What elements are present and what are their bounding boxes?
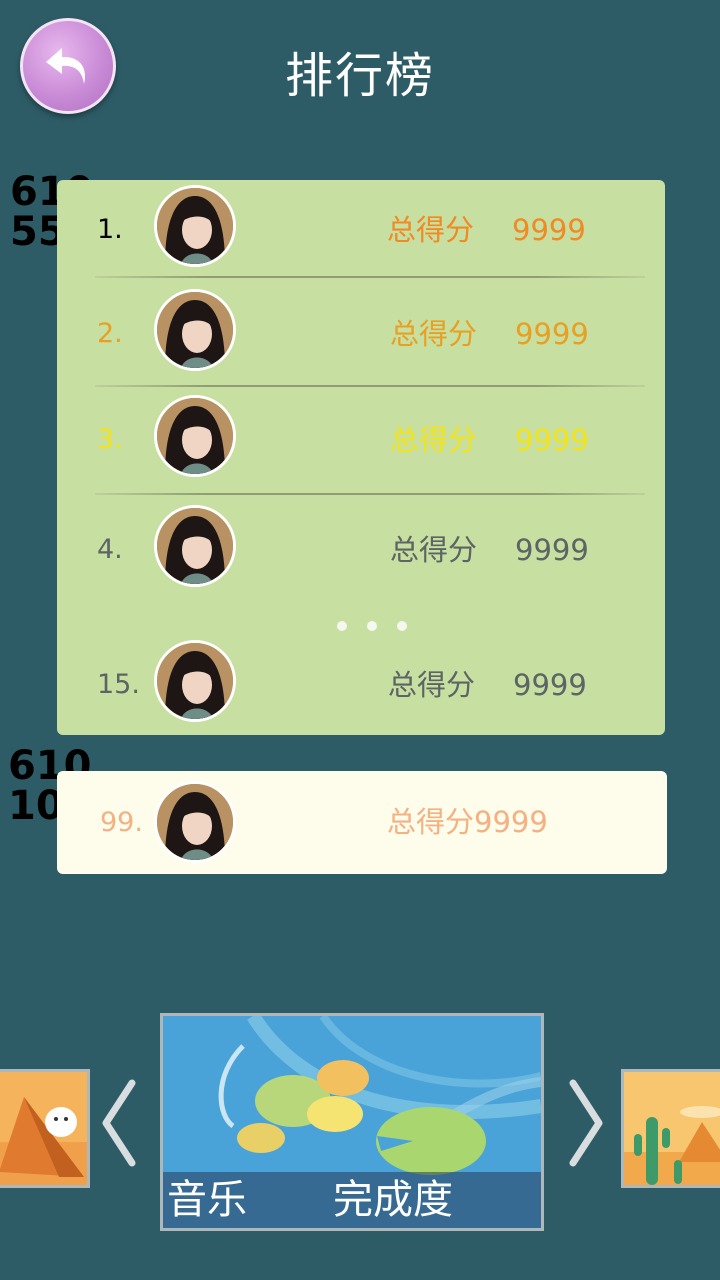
score-label: 总得分 xyxy=(390,423,478,457)
avatar-portrait-icon xyxy=(157,508,233,584)
avatar-portrait-icon xyxy=(157,784,233,860)
level-card-current[interactable]: 音乐 完成度30% xyxy=(160,1013,544,1231)
rank-number: 2. xyxy=(97,318,123,349)
ellipsis-dot xyxy=(337,621,347,631)
desert-cactus-thumbnail-icon xyxy=(624,1072,720,1185)
score-value: 9999 xyxy=(515,317,589,351)
level-progress: 完成度30% xyxy=(333,1177,453,1223)
leaderboard-row: 1. 总得分 9999 xyxy=(57,180,665,280)
score-label: 总得分 xyxy=(390,533,478,567)
avatar xyxy=(154,289,236,371)
level-name: 音乐 xyxy=(167,1177,247,1223)
avatar xyxy=(154,505,236,587)
score-value: 9999 xyxy=(515,423,589,457)
avatar-portrait-icon xyxy=(157,643,233,719)
row-divider xyxy=(95,385,645,387)
avatar-portrait-icon xyxy=(157,398,233,474)
ellipsis-dot xyxy=(397,621,407,631)
avatar-portrait-icon xyxy=(157,292,233,368)
avatar xyxy=(154,185,236,267)
score-label: 总得分 xyxy=(390,317,478,351)
prev-arrow-icon[interactable] xyxy=(98,1075,142,1171)
my-rank-card: 99. 总得分9999 xyxy=(57,771,667,874)
score-value: 9999 xyxy=(513,668,587,702)
avatar xyxy=(154,640,236,722)
leaderboard-row: 15. 总得分 9999 xyxy=(57,635,665,735)
ellipsis-dot xyxy=(367,621,377,631)
avatar xyxy=(154,395,236,477)
avatar-portrait-icon xyxy=(157,188,233,264)
level-thumbnail-prev[interactable] xyxy=(0,1069,90,1188)
rank-number: 15. xyxy=(97,669,140,700)
avatar xyxy=(154,781,236,863)
score-value: 9999 xyxy=(512,213,586,247)
rank-number: 4. xyxy=(97,534,123,565)
row-divider xyxy=(95,276,645,278)
more-ellipsis xyxy=(337,618,407,634)
my-score: 总得分9999 xyxy=(387,805,548,839)
page-title: 排行榜 xyxy=(284,48,435,104)
pyramid-thumbnail-icon xyxy=(0,1072,87,1185)
row-divider xyxy=(95,493,645,495)
leaderboard-row: 2. 总得分 9999 xyxy=(57,284,665,384)
leaderboard-row: 4. 总得分 9999 xyxy=(57,500,665,600)
rank-number: 1. xyxy=(97,214,123,245)
score-label: 总得分 xyxy=(388,668,476,702)
next-arrow-icon[interactable] xyxy=(563,1075,607,1171)
level-thumbnail-next[interactable] xyxy=(621,1069,720,1188)
leaderboard-panel: 1. 总得分 9999 2. 总得分 9999 3. 总得分 9999 4. 总… xyxy=(57,180,665,735)
leaderboard-row: 3. 总得分 9999 xyxy=(57,390,665,490)
level-caption: 音乐 完成度30% xyxy=(163,1172,541,1228)
score-value: 9999 xyxy=(515,533,589,567)
my-rank-number: 99. xyxy=(100,807,143,838)
score-label: 总得分 xyxy=(387,213,475,247)
rank-number: 3. xyxy=(97,424,123,455)
